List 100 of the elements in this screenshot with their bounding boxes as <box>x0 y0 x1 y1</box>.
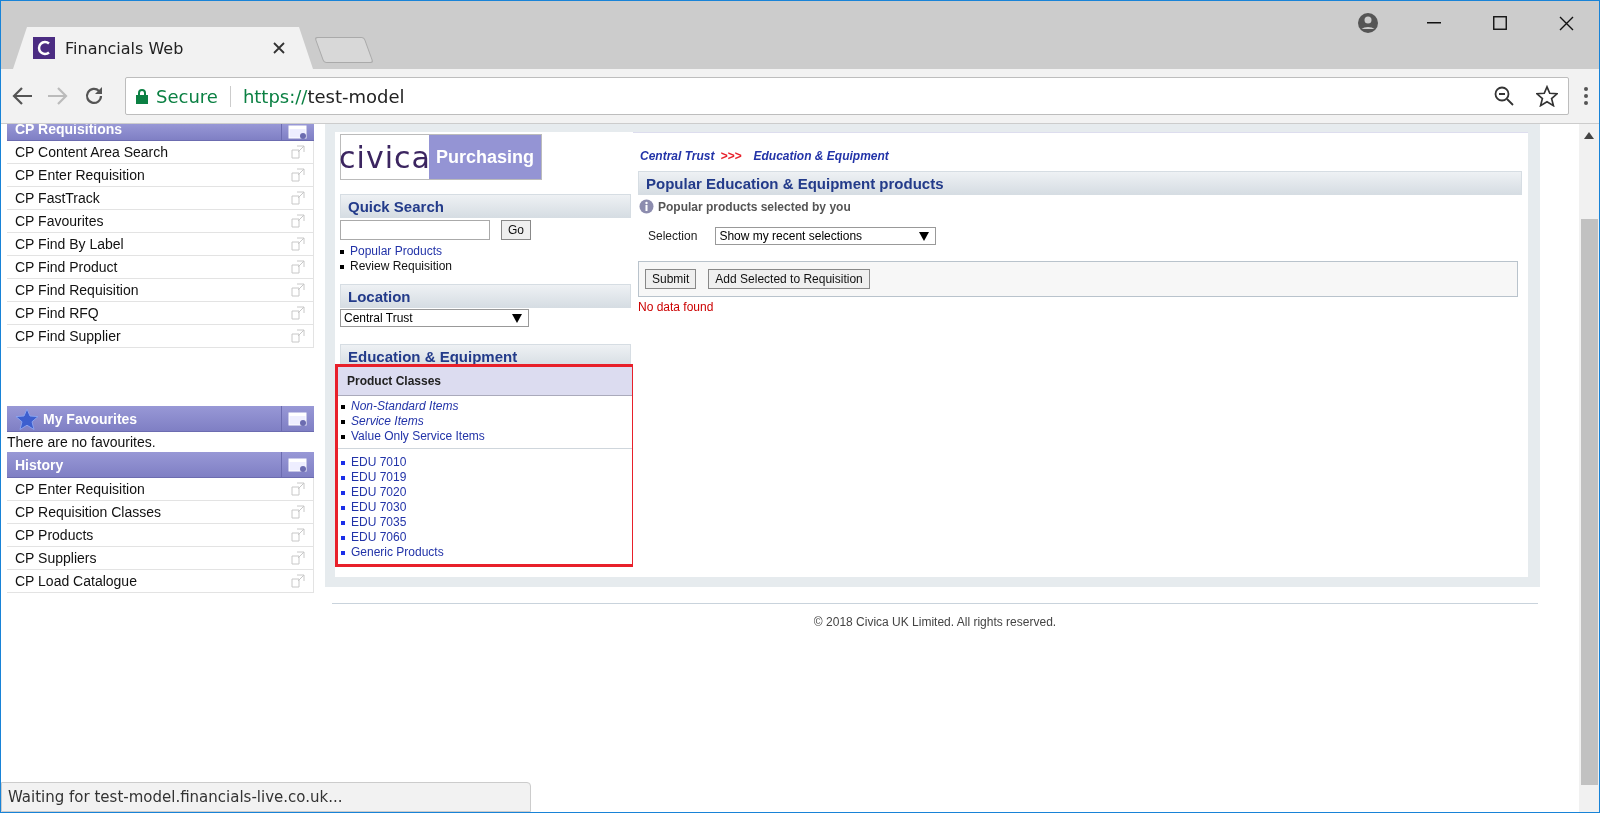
menu-icon[interactable] <box>1583 86 1589 106</box>
external-link-icon <box>291 260 305 274</box>
go-button[interactable]: Go <box>501 220 531 240</box>
search-field[interactable] <box>340 220 490 240</box>
action-button[interactable]: Submit <box>645 269 697 289</box>
bullet-icon <box>341 490 345 495</box>
link[interactable]: Non-Standard Items <box>351 399 459 414</box>
external-link-icon <box>291 145 305 159</box>
lock-icon <box>136 88 148 104</box>
external-link-icon <box>291 283 305 297</box>
minimize-icon[interactable] <box>1427 22 1441 24</box>
external-link-icon <box>291 551 305 565</box>
bullet-icon <box>340 264 344 269</box>
link[interactable]: Generic Products <box>351 545 444 560</box>
back-icon[interactable] <box>11 86 33 106</box>
external-link-icon <box>291 168 305 182</box>
link[interactable]: EDU 7020 <box>351 485 407 500</box>
sidebar-link[interactable]: CP Find RFQ <box>7 302 314 325</box>
external-link-icon <box>291 574 305 588</box>
window-icon[interactable] <box>288 124 308 140</box>
maximize-icon[interactable] <box>1493 16 1507 30</box>
sidebar-link[interactable]: CP Content Area Search <box>7 141 314 164</box>
panel-title: History <box>14 456 65 473</box>
info-text: Popular products selected by you <box>658 199 851 214</box>
section-header: Quick Search <box>340 194 631 218</box>
section-header: Popular Education & Equipment products <box>638 171 1522 195</box>
url-text: https://test-model <box>242 85 405 107</box>
section-header: Location <box>340 284 631 308</box>
sidebar-link[interactable]: CP Enter Requisition <box>7 478 314 501</box>
breadcrumb-link[interactable]: Central Trust <box>640 149 715 163</box>
link[interactable]: Service Items <box>351 414 424 429</box>
external-link-icon <box>291 237 305 251</box>
external-link-icon <box>291 306 305 320</box>
link[interactable]: EDU 7010 <box>351 455 407 470</box>
bullet-icon <box>341 419 345 424</box>
selection-select[interactable]: Show my recent selections <box>715 227 937 245</box>
sidebar-link[interactable]: CP Load Catalogue <box>7 570 314 593</box>
bullet-icon <box>341 505 345 510</box>
sidebar-link[interactable]: CP Find Requisition <box>7 279 314 302</box>
action-button[interactable]: Add Selected to Requisition <box>708 269 870 289</box>
breadcrumb-separator: >>> <box>720 149 742 163</box>
star-icon[interactable] <box>1536 85 1558 107</box>
sidebar-link[interactable]: CP Find Supplier <box>7 325 314 348</box>
subsection-header: Product Classes <box>338 367 632 396</box>
sidebar-link[interactable]: CP Products <box>7 524 314 547</box>
bullet-icon <box>341 535 345 540</box>
sidebar-link[interactable]: CP Find By Label <box>7 233 314 256</box>
bullet-icon <box>341 434 345 439</box>
external-link-icon <box>291 482 305 496</box>
bullet-icon <box>341 550 345 555</box>
bullet-icon <box>341 475 345 480</box>
scroll-up-icon[interactable] <box>1584 132 1594 139</box>
account-icon[interactable] <box>1357 12 1379 34</box>
dropdown-arrow-icon <box>919 231 930 241</box>
link[interactable]: Value Only Service Items <box>351 429 485 444</box>
copyright-text: © 2018 Civica UK Limited. All rights reserved. <box>813 615 1057 629</box>
dropdown-arrow-icon <box>512 313 522 323</box>
link[interactable]: EDU 7019 <box>351 470 407 485</box>
sidebar-link[interactable]: CP FastTrack <box>7 187 314 210</box>
link[interactable]: EDU 7035 <box>351 515 407 530</box>
external-link-icon <box>291 329 305 343</box>
tab-title: Financials Web <box>65 38 185 58</box>
bullet-icon <box>341 520 345 525</box>
secure-label: Secure <box>156 85 231 107</box>
zoom-out-icon[interactable] <box>1494 86 1514 106</box>
window-icon[interactable] <box>288 456 308 473</box>
panel-title: My Favourites <box>42 410 139 427</box>
link[interactable]: Popular Products <box>350 244 443 259</box>
reload-icon[interactable] <box>83 85 105 107</box>
scrollbar-thumb[interactable] <box>1580 219 1598 785</box>
status-text: Waiting for test-model.financials-live.co.uk... <box>8 788 343 806</box>
bullet-icon <box>341 460 345 465</box>
window-icon[interactable] <box>288 410 308 427</box>
sidebar-link[interactable]: CP Enter Requisition <box>7 164 314 187</box>
logo-product: Purchasing <box>429 135 541 179</box>
breadcrumb-link[interactable]: Education & Equipment <box>753 149 889 163</box>
browser-tab[interactable]: Financials Web <box>13 27 313 69</box>
star-icon <box>15 407 39 430</box>
close-icon[interactable] <box>1558 15 1574 31</box>
scrollbar[interactable] <box>1579 124 1599 812</box>
bullet-icon <box>341 404 345 409</box>
external-link-icon <box>291 505 305 519</box>
menu-text[interactable]: Review Requisition <box>350 259 453 274</box>
location-select[interactable]: Central Trust <box>340 309 529 327</box>
sidebar-link[interactable]: CP Favourites <box>7 210 314 233</box>
close-icon[interactable] <box>273 42 285 54</box>
sidebar-link[interactable]: CP Find Product <box>7 256 314 279</box>
info-icon <box>639 199 654 214</box>
link[interactable]: EDU 7030 <box>351 500 407 515</box>
site-logo-icon <box>33 37 55 59</box>
empty-message: There are no favourites. <box>7 433 157 452</box>
external-link-icon <box>291 191 305 205</box>
logo-brand: civica <box>341 138 429 177</box>
sidebar-link[interactable]: CP Requisition Classes <box>7 501 314 524</box>
external-link-icon <box>291 528 305 542</box>
sidebar-link[interactable]: CP Suppliers <box>7 547 314 570</box>
link[interactable]: EDU 7060 <box>351 530 407 545</box>
field-label: Selection <box>648 228 698 243</box>
address-bar[interactable]: Secure https://test-model <box>125 77 1569 115</box>
external-link-icon <box>291 214 305 228</box>
